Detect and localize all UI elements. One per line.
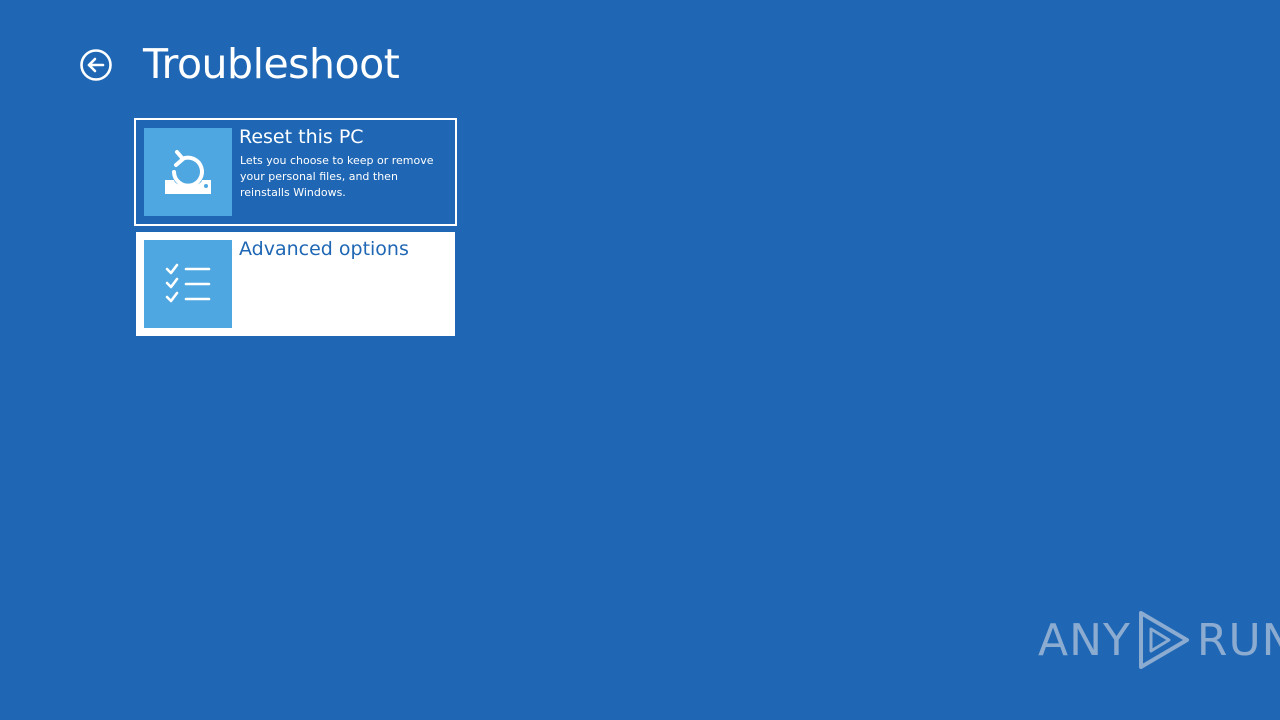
tile-icon-box <box>144 240 232 328</box>
page-title: Troubleshoot <box>143 40 400 88</box>
play-triangle-icon <box>1138 611 1189 669</box>
watermark-right-text: RUN <box>1196 614 1280 666</box>
tile-title: Reset this PC <box>239 126 364 148</box>
tile-description: Lets you choose to keep or remove your p… <box>240 154 434 199</box>
reset-this-pc-tile[interactable]: Reset this PC Lets you choose to keep or… <box>134 118 457 226</box>
watermark-left-text: ANY <box>1038 614 1131 666</box>
tile-icon-box <box>144 128 232 216</box>
checklist-icon <box>165 263 211 303</box>
back-arrow-circle-icon <box>80 49 112 81</box>
reset-pc-icon <box>165 150 211 194</box>
tile-title: Advanced options <box>239 238 409 260</box>
anyrun-watermark: ANY RUN <box>1038 608 1280 672</box>
advanced-options-tile[interactable]: Advanced options <box>134 230 457 338</box>
back-button[interactable] <box>79 48 113 82</box>
